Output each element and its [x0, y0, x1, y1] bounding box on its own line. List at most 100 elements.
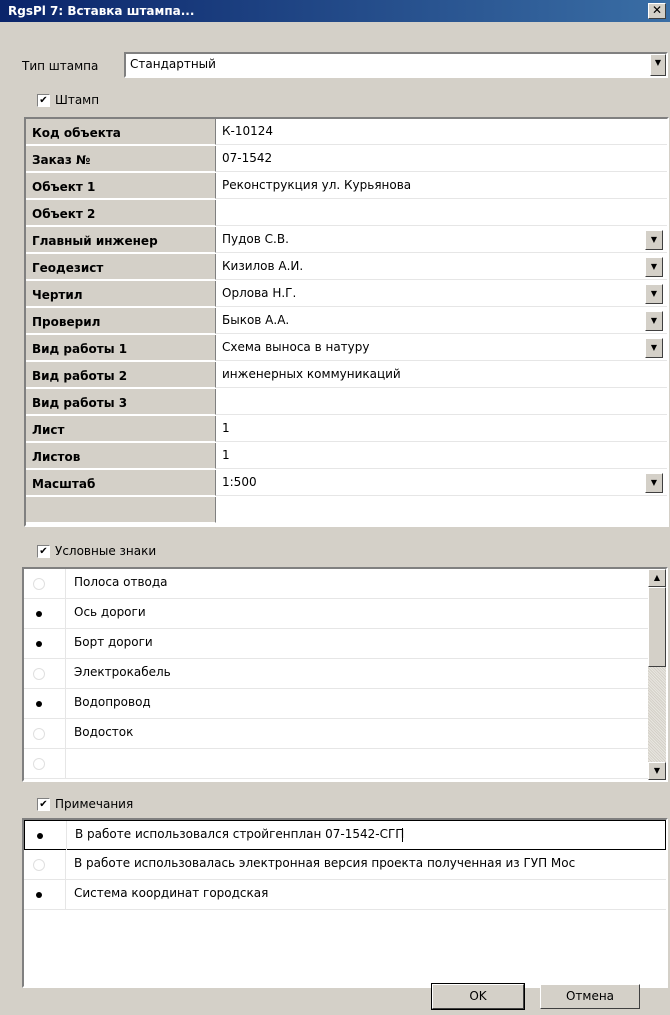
chevron-down-icon[interactable]: ▼	[645, 311, 663, 331]
stamp-field-value[interactable]: 1:500	[216, 470, 667, 496]
stamp-field-row: Объект 1 Реконструкция ул. Курьянова	[26, 173, 667, 200]
checkmark-icon: ✔	[37, 93, 50, 107]
radio-button	[33, 758, 45, 770]
radio-button[interactable]	[34, 830, 46, 842]
notes-list-item[interactable]: В работе использовался стройгенплан 07-1…	[24, 820, 666, 850]
text-caret	[402, 828, 403, 842]
stamp-field-row: Вид работы 3	[26, 389, 667, 416]
symbols-item-label: Водосток	[74, 725, 134, 739]
close-icon[interactable]: ✕	[648, 3, 666, 19]
stamp-type-select[interactable]: Стандартный ▼	[124, 52, 668, 78]
stamp-field-row: Чертил Орлова Н.Г. ▼	[26, 281, 667, 308]
radio-button[interactable]	[33, 728, 45, 740]
notes-item-label: Система координат городская	[74, 886, 269, 900]
radio-button[interactable]	[33, 638, 45, 650]
chevron-down-icon[interactable]: ▼	[645, 257, 663, 277]
stamp-field-value[interactable]	[216, 389, 667, 415]
stamp-field-name: Масштаб	[26, 470, 216, 496]
stamp-field-value[interactable]: Быков А.А.	[216, 308, 667, 334]
radio-cell	[24, 689, 66, 718]
symbols-item-label: Борт дороги	[74, 635, 153, 649]
scroll-down-icon[interactable]: ▼	[648, 762, 666, 780]
radio-button[interactable]	[33, 859, 45, 871]
stamp-field-row: Заказ № 07-1542	[26, 146, 667, 173]
symbols-list-item[interactable]: Водосток	[24, 719, 648, 749]
stamp-field-name: Главный инженер	[26, 227, 216, 253]
notes-list-item[interactable]: В работе использовалась электронная верс…	[24, 850, 666, 880]
cancel-button[interactable]: Отмена	[540, 984, 640, 1009]
stamp-field-value[interactable]: 1	[216, 443, 667, 469]
symbols-scrollbar[interactable]: ▲ ▼	[648, 569, 666, 780]
radio-button[interactable]	[33, 698, 45, 710]
stamp-field-value[interactable]: 1	[216, 416, 667, 442]
radio-cell	[24, 659, 66, 688]
radio-button[interactable]	[33, 578, 45, 590]
stamp-field-name: Листов	[26, 443, 216, 469]
stamp-field-row: Лист 1	[26, 416, 667, 443]
stamp-field-name: Вид работы 3	[26, 389, 216, 415]
symbols-list[interactable]: Водосток Водопровод Электрокабель Борт доро…	[22, 567, 668, 782]
radio-cell	[25, 821, 67, 850]
radio-cell	[24, 850, 66, 879]
chevron-down-icon[interactable]: ▼	[650, 54, 666, 76]
stamp-checkbox[interactable]: ✔ Штамп	[37, 93, 99, 107]
stamp-field-row: Масштаб 1:500 ▼	[26, 470, 667, 497]
radio-button[interactable]	[33, 668, 45, 680]
symbols-item-label: Водопровод	[74, 695, 151, 709]
stamp-field-value[interactable]: Кизилов А.И.	[216, 254, 667, 280]
chevron-down-icon[interactable]: ▼	[645, 230, 663, 250]
stamp-field-name: Геодезист	[26, 254, 216, 280]
stamp-checkbox-label: Штамп	[55, 93, 100, 107]
stamp-field-name: Код объекта	[26, 119, 216, 145]
notes-checkbox[interactable]: ✔ Примечания	[37, 797, 133, 811]
symbols-list-item-partial	[24, 749, 648, 779]
notes-list-item[interactable]: Система координат городская	[24, 880, 666, 910]
stamp-field-row: Код объекта К-10124	[26, 119, 667, 146]
stamp-field-name: Объект 2	[26, 200, 216, 226]
notes-item-label: В работе использовалась электронная верс…	[74, 856, 576, 870]
notes-item-label: В работе использовался стройгенплан 07-1…	[75, 827, 405, 841]
stamp-field-row: Главный инженер Пудов С.В. ▼	[26, 227, 667, 254]
radio-button[interactable]	[33, 608, 45, 620]
stamp-field-value[interactable]	[216, 200, 667, 226]
ok-button[interactable]: OK	[431, 983, 525, 1010]
symbols-checkbox[interactable]: ✔ Условные знаки	[37, 544, 156, 558]
stamp-field-value[interactable]: Орлова Н.Г.	[216, 281, 667, 307]
symbols-checkbox-label: Условные знаки	[55, 544, 157, 558]
window-title: RgsPl 7: Вставка штампа...	[8, 4, 195, 18]
stamp-field-row: Вид работы 1 Схема выноса в натуру ▼	[26, 335, 667, 362]
symbols-list-item[interactable]: Борт дороги	[24, 629, 648, 659]
stamp-field-value[interactable]: Схема выноса в натуру	[216, 335, 667, 361]
scroll-up-icon[interactable]: ▲	[648, 569, 666, 587]
stamp-field-value[interactable]: Реконструкция ул. Курьянова	[216, 173, 667, 199]
symbols-item-label: Ось дороги	[74, 605, 146, 619]
stamp-field-value[interactable]: 07-1542	[216, 146, 667, 172]
stamp-fields-grid: Код объекта К-10124 Заказ № 07-1542 Объект 1…	[24, 117, 669, 527]
radio-cell	[24, 599, 66, 628]
symbols-list-item[interactable]: Водопровод	[24, 689, 648, 719]
notes-checkbox-label: Примечания	[55, 797, 134, 811]
chevron-down-icon[interactable]: ▼	[645, 284, 663, 304]
chevron-down-icon[interactable]: ▼	[645, 473, 663, 493]
stamp-field-value[interactable]: Пудов С.В.	[216, 227, 667, 253]
stamp-field-value[interactable]: инженерных коммуникаций	[216, 362, 667, 388]
stamp-field-row: Геодезист Кизилов А.И. ▼	[26, 254, 667, 281]
stamp-field-name: Вид работы 2	[26, 362, 216, 388]
symbols-list-item[interactable]: Электрокабель	[24, 659, 648, 689]
radio-cell	[24, 880, 66, 909]
radio-cell	[24, 749, 66, 778]
radio-button[interactable]	[33, 889, 45, 901]
stamp-field-row: Листов 1	[26, 443, 667, 470]
symbols-list-item[interactable]: Ось дороги	[24, 599, 648, 629]
notes-list[interactable]: В работе использовался стройгенплан 07-1…	[22, 818, 668, 988]
stamp-field-name	[26, 497, 216, 523]
symbols-list-item[interactable]: Полоса отвода	[24, 569, 648, 599]
radio-cell	[24, 569, 66, 598]
chevron-down-icon[interactable]: ▼	[645, 338, 663, 358]
scrollbar-thumb[interactable]	[648, 587, 666, 667]
stamp-field-row: Объект 2	[26, 200, 667, 227]
stamp-field-name: Объект 1	[26, 173, 216, 199]
stamp-field-value[interactable]: К-10124	[216, 119, 667, 145]
stamp-field-name: Чертил	[26, 281, 216, 307]
stamp-type-value: Стандартный	[130, 57, 216, 71]
